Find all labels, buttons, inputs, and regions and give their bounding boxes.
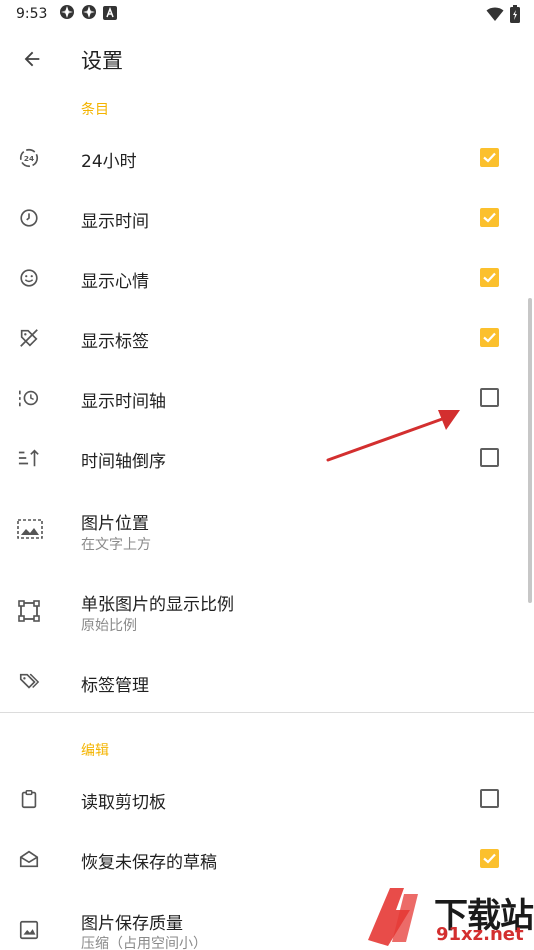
pref-summary: 原始比例: [81, 618, 137, 634]
clipboard-icon: [17, 787, 41, 811]
pref-show-mood[interactable]: 显示心情: [0, 248, 534, 308]
checkbox-show-mood[interactable]: [480, 268, 499, 287]
pref-title: 读取剪切板: [81, 793, 166, 813]
clock-icon: [17, 206, 41, 230]
scrollbar[interactable]: [528, 298, 532, 603]
toolbar: 设置: [0, 28, 534, 90]
tags-icon: [17, 670, 41, 694]
pref-title: 图片位置: [81, 514, 149, 534]
tag-off-icon: [17, 326, 41, 350]
pref-title: 显示心情: [81, 272, 149, 292]
pref-title: 24小时: [81, 152, 137, 172]
pref-image-position[interactable]: 图片位置 在文字上方: [0, 492, 534, 572]
pref-summary: 压缩（占用空间小）: [81, 936, 207, 950]
battery-icon: [510, 5, 520, 27]
pref-24-hour[interactable]: 24 24小时: [0, 128, 534, 188]
watermark-url: 91xz.net: [436, 924, 524, 945]
timeline-clock-icon: [17, 386, 41, 410]
pref-title: 图片保存质量: [81, 914, 183, 934]
checkbox-show-timeline[interactable]: [480, 388, 499, 407]
pref-title: 标签管理: [81, 676, 149, 696]
image-position-icon: [16, 517, 44, 541]
checkbox-timeline-reverse[interactable]: [480, 448, 499, 467]
back-button[interactable]: [14, 41, 50, 77]
checkbox-restore-draft[interactable]: [480, 849, 499, 868]
status-bar: 9:53: [0, 0, 534, 28]
smiley-icon: [17, 266, 41, 290]
pref-title: 显示标签: [81, 332, 149, 352]
checkbox-show-time[interactable]: [480, 208, 499, 227]
status-notification-icons: [59, 4, 118, 24]
pref-summary: 在文字上方: [81, 537, 151, 553]
pref-single-image-ratio[interactable]: 单张图片的显示比例 原始比例: [0, 572, 534, 652]
annotation-arrow-icon: [326, 410, 460, 462]
pref-show-time[interactable]: 显示时间: [0, 188, 534, 248]
app-icon-1: [59, 4, 75, 24]
section-divider: [0, 712, 534, 713]
checkbox-read-clipboard[interactable]: [480, 789, 499, 808]
crop-free-icon: [17, 599, 41, 623]
wifi-icon: [486, 6, 504, 26]
pref-read-clipboard[interactable]: 读取剪切板: [0, 769, 534, 829]
section-header-items: 条目: [81, 102, 109, 118]
pref-tag-management[interactable]: 标签管理: [0, 652, 534, 712]
clock-24-icon: 24: [17, 146, 41, 170]
a-letter-icon: [103, 5, 118, 24]
pref-show-tags[interactable]: 显示标签: [0, 308, 534, 368]
drafts-icon: [17, 847, 41, 871]
checkbox-24-hour[interactable]: [480, 148, 499, 167]
status-system-icons: [486, 5, 520, 27]
page-title: 设置: [81, 49, 123, 73]
arrow-back-icon: [24, 51, 40, 67]
image-icon: [17, 918, 41, 942]
checkbox-show-tags[interactable]: [480, 328, 499, 347]
sort-ascending-icon: [17, 446, 41, 470]
status-time: 9:53: [16, 6, 48, 22]
app-icon-2: [81, 4, 97, 24]
svg-text:24: 24: [24, 154, 34, 163]
pref-title: 单张图片的显示比例: [81, 595, 234, 615]
pref-title: 显示时间: [81, 212, 149, 232]
section-header-edit: 编辑: [81, 743, 109, 759]
pref-title: 恢复未保存的草稿: [81, 853, 217, 873]
pref-title: 时间轴倒序: [81, 452, 166, 472]
pref-title: 显示时间轴: [81, 392, 166, 412]
